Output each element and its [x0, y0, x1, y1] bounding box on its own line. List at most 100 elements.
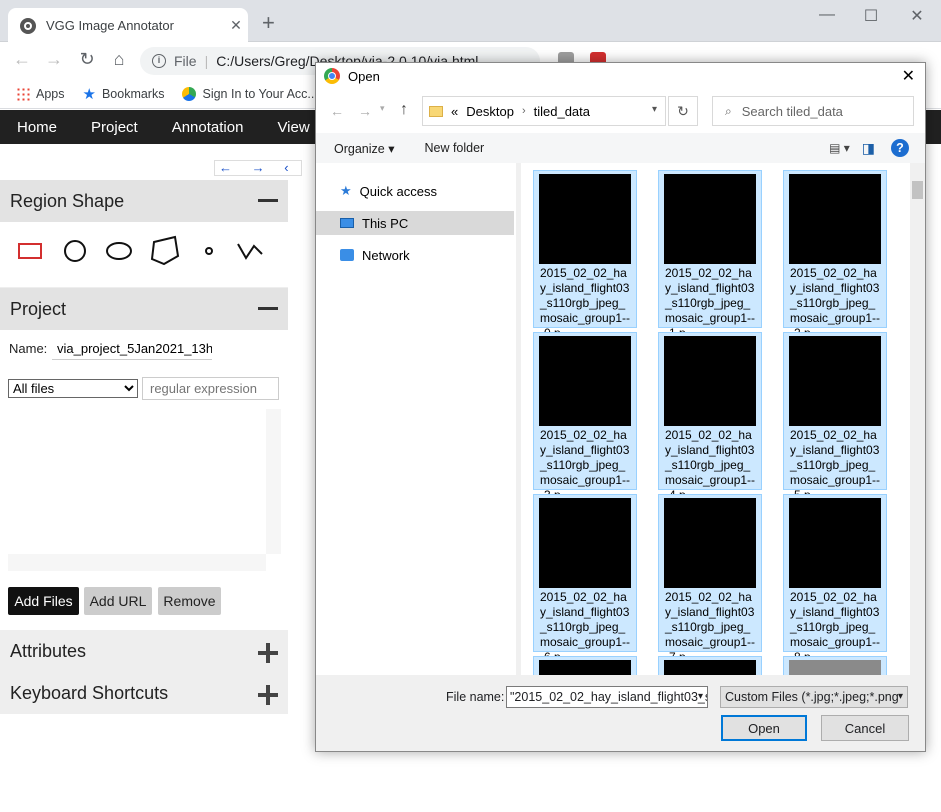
add-files-button[interactable]: Add Files — [8, 587, 79, 615]
browser-tab-bar: VGG Image Annotator ✕ + — ☐ ✕ — [0, 0, 941, 43]
menu-project[interactable]: Project — [74, 119, 155, 136]
file-list-hscrollbar[interactable] — [8, 554, 266, 571]
menu-home[interactable]: Home — [0, 119, 74, 136]
file-tile[interactable]: 2015_02_02_hay_island_flight03_s110rgb_j… — [783, 170, 887, 340]
file-tile[interactable]: 2015_02_02_hay_island_flight03_s110rgb_j… — [533, 494, 637, 664]
maximize-button[interactable]: ☐ — [856, 6, 886, 26]
dialog-search-box[interactable]: ⌕ Search tiled_data — [712, 96, 914, 126]
ellipse-shape-icon[interactable] — [106, 242, 132, 260]
panel-nav-arrows[interactable]: ← → ‹ — [214, 160, 302, 176]
file-name-label: File name: — [446, 690, 505, 704]
view-options-icon[interactable]: ▤ ▾ — [829, 141, 850, 155]
project-name-input[interactable] — [52, 338, 212, 360]
file-name-input[interactable]: "2015_02_02_hay_island_flight03_s ▾ — [506, 686, 708, 708]
file-tile[interactable]: 2015_02_02_hay_island_flight03_s110rgb_j… — [783, 332, 887, 502]
apps-grid-icon — [16, 86, 30, 101]
forward-arrow-icon[interactable]: → — [42, 49, 66, 70]
file-thumbnail — [789, 174, 881, 264]
attributes-header[interactable]: Attributes — [0, 630, 288, 672]
file-tile[interactable] — [533, 656, 637, 675]
chrome-favicon-icon — [20, 17, 36, 34]
search-icon: ⌕ — [725, 103, 732, 118]
file-grid-scrollbar[interactable] — [910, 163, 925, 675]
expand-plus-icon[interactable] — [258, 643, 278, 663]
bookmark-sign-in[interactable]: Sign In to Your Acc... — [182, 86, 318, 101]
nav-this-pc[interactable]: This PC — [316, 211, 514, 235]
bookmark-apps[interactable]: Apps — [16, 86, 65, 101]
chevron-down-icon[interactable]: ▾ — [652, 104, 657, 115]
polyline-shape-icon[interactable] — [237, 243, 263, 260]
open-button[interactable]: Open — [721, 715, 807, 741]
file-list-vscrollbar[interactable] — [266, 409, 281, 554]
file-tile[interactable]: 2015_02_02_hay_island_flight03_s110rgb_j… — [658, 170, 762, 340]
computer-icon — [340, 218, 354, 228]
chrome-logo-icon — [324, 68, 340, 84]
rectangle-shape-icon[interactable] — [18, 243, 42, 259]
dialog-address-bar[interactable]: « Desktop › tiled_data ▾ — [422, 96, 666, 126]
help-icon[interactable]: ? — [891, 139, 909, 157]
file-tile[interactable]: 2015_02_02_hay_island_flight03_s110rgb_j… — [658, 494, 762, 664]
project-header[interactable]: Project — [0, 288, 288, 330]
tab-close-icon[interactable]: ✕ — [224, 17, 248, 34]
regex-input[interactable] — [142, 377, 279, 400]
new-tab-button[interactable]: + — [262, 12, 275, 34]
folder-icon — [429, 105, 443, 117]
new-folder-button[interactable]: New folder — [424, 141, 484, 155]
file-filter-select[interactable]: All files — [8, 379, 138, 398]
file-tile[interactable]: 2015_02_02_hay_island_flight03_s110rgb_j… — [658, 332, 762, 502]
up-arrow-icon[interactable]: ↑ — [400, 101, 408, 119]
file-thumbnail — [539, 660, 631, 675]
polygon-shape-icon[interactable] — [150, 235, 180, 266]
file-thumbnail — [539, 336, 631, 426]
file-list[interactable] — [8, 409, 281, 571]
file-name: 2015_02_02_hay_island_flight03_s110rgb_j… — [540, 590, 631, 664]
network-icon — [340, 249, 354, 261]
point-shape-icon[interactable] — [205, 247, 213, 255]
browser-tab[interactable]: VGG Image Annotator ✕ — [8, 8, 248, 43]
window-close-button[interactable]: ✕ — [902, 6, 932, 26]
nav-quick-access[interactable]: ★ Quick access — [316, 179, 514, 203]
keyboard-shortcuts-header[interactable]: Keyboard Shortcuts — [0, 672, 288, 714]
forward-arrow-icon[interactable]: → — [358, 103, 372, 119]
remove-button[interactable]: Remove — [158, 587, 221, 615]
organize-button[interactable]: Organize ▾ — [334, 141, 394, 156]
breadcrumb-tiled-data[interactable]: tiled_data — [534, 104, 590, 119]
menu-annotation[interactable]: Annotation — [155, 119, 261, 136]
chevron-down-icon[interactable]: ▾ — [698, 691, 703, 702]
home-icon[interactable]: ⌂ — [107, 49, 131, 70]
chevron-down-icon[interactable]: ▾ — [898, 691, 903, 702]
minimize-button[interactable]: — — [812, 6, 842, 24]
preview-pane-icon[interactable]: ◨ — [862, 140, 875, 157]
file-tile[interactable]: 2015_02_02_hay_island_flight03_s110rgb_j… — [783, 494, 887, 664]
collapse-icon[interactable] — [258, 307, 278, 310]
back-arrow-icon[interactable]: ← — [330, 103, 344, 119]
refresh-icon[interactable]: ↻ — [668, 96, 698, 126]
file-tile[interactable]: 2015_02_02_hay_island_flight03_s110rgb_j… — [533, 170, 637, 340]
file-thumbnail — [789, 660, 881, 675]
dialog-command-bar: Organize ▾ New folder ▤ ▾ ◨ ? — [316, 133, 925, 163]
file-tile[interactable]: 2015_02_02_hay_island_flight03_s110rgb_j… — [533, 332, 637, 502]
info-icon[interactable]: i — [152, 54, 166, 68]
dialog-close-icon[interactable]: ✕ — [902, 66, 915, 86]
expand-plus-icon[interactable] — [258, 685, 278, 705]
nav-network[interactable]: Network — [316, 243, 514, 267]
file-tile[interactable] — [783, 656, 887, 675]
breadcrumb-desktop[interactable]: Desktop — [466, 104, 514, 119]
circle-shape-icon[interactable] — [64, 240, 86, 262]
attributes-title: Attributes — [10, 640, 87, 661]
bookmark-label: Sign In to Your Acc... — [202, 86, 318, 101]
recent-chevron-icon[interactable]: ▾ — [380, 103, 385, 114]
bookmark-label: Bookmarks — [101, 86, 165, 101]
cancel-button[interactable]: Cancel — [821, 715, 909, 741]
back-arrow-icon[interactable]: ← — [10, 49, 34, 70]
bookmark-bookmarks[interactable]: ★ Bookmarks — [83, 85, 165, 103]
file-thumbnail — [789, 336, 881, 426]
reload-icon[interactable]: ↻ — [75, 49, 99, 70]
file-tile[interactable] — [658, 656, 762, 675]
scrollbar-thumb[interactable] — [912, 181, 923, 199]
file-type-select[interactable]: Custom Files (*.jpg;*.jpeg;*.png ▾ — [720, 686, 908, 708]
add-url-button[interactable]: Add URL — [84, 587, 152, 615]
region-shape-header[interactable]: Region Shape — [0, 180, 288, 222]
search-placeholder: Search tiled_data — [741, 103, 843, 119]
collapse-icon[interactable] — [258, 199, 278, 202]
